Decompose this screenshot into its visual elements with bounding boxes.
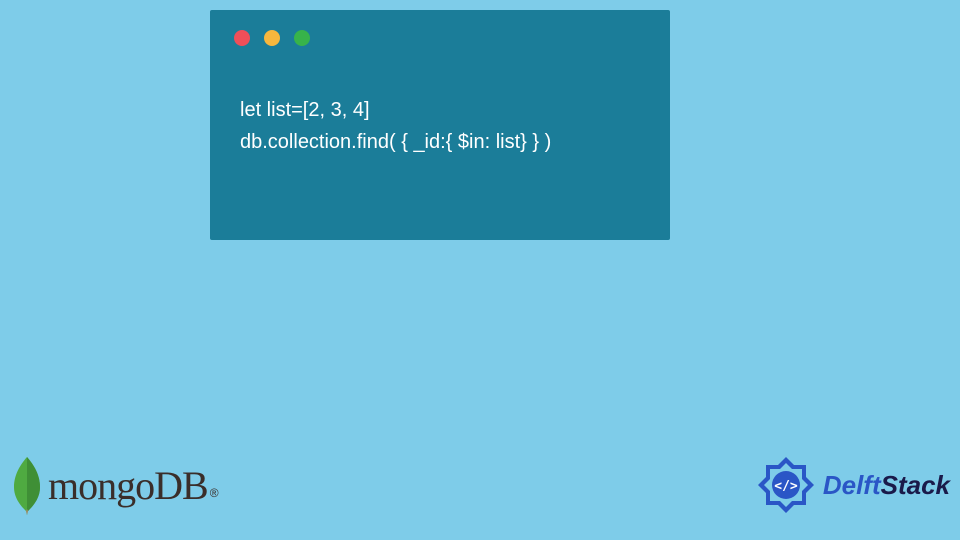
mongodb-logo: mongoDB ®: [10, 455, 221, 515]
close-icon: [234, 30, 250, 46]
maximize-icon: [294, 30, 310, 46]
svg-text:</>: </>: [774, 479, 798, 494]
window-controls: [210, 10, 670, 46]
code-content: let list=[2, 3, 4] db.collection.find( {…: [210, 46, 670, 158]
code-line-2: db.collection.find( { _id:{ $in: list} }…: [240, 126, 640, 158]
delftstack-text: DelftStack: [823, 470, 950, 501]
mongodb-leaf-icon: [10, 455, 44, 515]
code-line-1: let list=[2, 3, 4]: [240, 94, 640, 126]
code-window: let list=[2, 3, 4] db.collection.find( {…: [210, 10, 670, 240]
delftstack-text-part2: Stack: [881, 470, 950, 500]
delftstack-logo: </> DelftStack: [755, 454, 950, 516]
minimize-icon: [264, 30, 280, 46]
footer: mongoDB ® </> DelftStack: [0, 440, 960, 540]
delftstack-text-part1: Delft: [823, 470, 881, 500]
mongodb-registered: ®: [210, 486, 219, 500]
delftstack-emblem-icon: </>: [755, 454, 817, 516]
mongodb-text: mongoDB: [48, 462, 208, 509]
